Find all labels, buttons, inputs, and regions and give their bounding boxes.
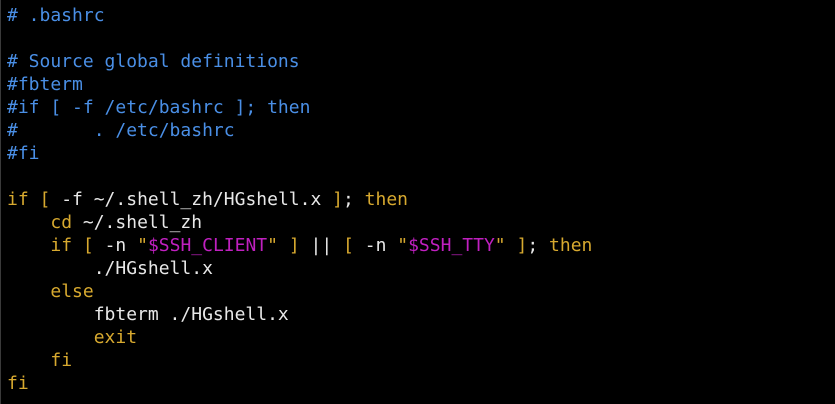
code-token-default	[7, 281, 50, 302]
code-line: if [ -n "$SSH_CLIENT" ] || [ -n "$SSH_TT…	[7, 234, 592, 257]
code-token-comment: # .bashrc	[7, 5, 105, 26]
code-line: #fi	[7, 142, 592, 165]
code-token-default: fbterm ./HGshell.x	[7, 304, 289, 325]
code-token-bracket: [	[82, 235, 94, 256]
code-token-default	[7, 350, 50, 371]
code-line: fi	[7, 349, 592, 372]
code-token-keyword: cd	[50, 212, 73, 233]
code-token-keyword: "	[397, 235, 409, 256]
code-token-bracket: [	[39, 189, 51, 210]
code-token-default: ;	[527, 235, 550, 256]
code-token-keyword: then	[549, 235, 593, 256]
terminal-window[interactable]: # .bashrc # Source global definitions #fbt…	[0, 0, 835, 404]
code-token-keyword: else	[50, 281, 94, 302]
code-line: fi	[7, 372, 592, 395]
code-token-default: ||	[299, 235, 344, 256]
code-token-default: ~/.shell_zh	[72, 212, 203, 233]
code-token-default	[278, 235, 289, 256]
code-token-default: -n	[353, 235, 398, 256]
code-line: exit	[7, 326, 592, 349]
code-token-comment: #fbterm	[7, 74, 83, 95]
code-line: fbterm ./HGshell.x	[7, 303, 592, 326]
code-token-comment: #fi	[7, 143, 40, 164]
code-line: #if [ -f /etc/bashrc ]; then	[7, 96, 592, 119]
code-token-default	[7, 235, 50, 256]
code-token-default	[506, 235, 517, 256]
code-token-string: $SSH_TTY	[408, 235, 495, 256]
code-token-comment: #if [ -f /etc/bashrc ]; then	[7, 97, 311, 118]
code-token-keyword: if	[50, 235, 73, 256]
code-token-comment: # Source global definitions	[7, 51, 300, 72]
code-line: ./HGshell.x	[7, 257, 592, 280]
code-token-keyword: "	[494, 235, 506, 256]
code-token-keyword: fi	[50, 350, 73, 371]
code-token-keyword: exit	[93, 327, 138, 348]
code-line: # .bashrc	[7, 4, 592, 27]
code-token-default	[29, 189, 40, 210]
code-line: # Source global definitions	[7, 50, 592, 73]
code-token-default	[7, 327, 94, 348]
code-token-default: ;	[342, 189, 365, 210]
code-token-default	[7, 212, 50, 233]
code-line: #fbterm	[7, 73, 592, 96]
code-token-bracket: ]	[516, 235, 528, 256]
code-token-keyword: fi	[7, 373, 29, 394]
code-token-bracket: ]	[288, 235, 300, 256]
code-token-bracket: [	[343, 235, 354, 256]
code-token-string: $SSH_CLIENT	[147, 235, 268, 256]
code-token-keyword: "	[267, 235, 278, 256]
code-line: if [ -f ~/.shell_zh/HGshell.x ]; then	[7, 188, 592, 211]
code-token-keyword: then	[364, 189, 409, 210]
code-token-bracket: ]	[332, 189, 343, 210]
code-token-comment: # . /etc/bashrc	[7, 120, 235, 141]
code-line: # . /etc/bashrc	[7, 119, 592, 142]
bashrc-editor-buffer[interactable]: # .bashrc # Source global definitions #fbt…	[7, 4, 592, 395]
code-token-default: -f ~/.shell_zh/HGshell.x	[50, 189, 333, 210]
code-line: else	[7, 280, 592, 303]
code-token-keyword: if	[7, 189, 29, 210]
code-token-default: ./HGshell.x	[7, 258, 213, 279]
code-token-default: -n	[93, 235, 138, 256]
code-token-default	[72, 235, 83, 256]
code-line: cd ~/.shell_zh	[7, 211, 592, 234]
code-token-keyword: "	[137, 235, 148, 256]
